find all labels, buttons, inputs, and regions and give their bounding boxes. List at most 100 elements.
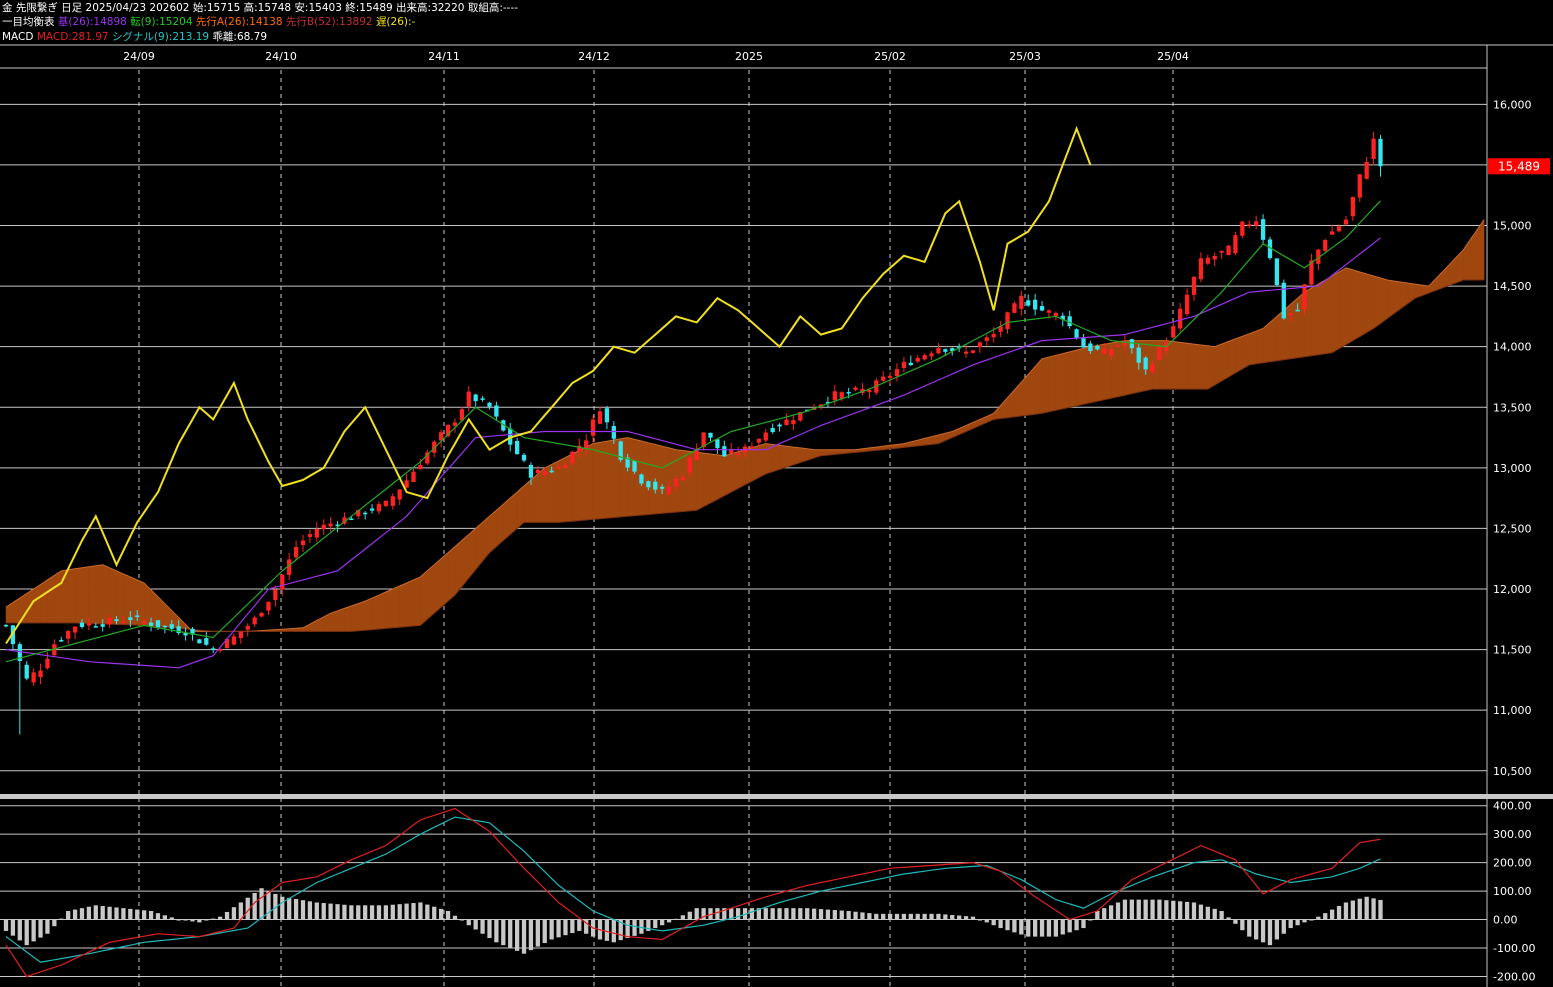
kumo-segment <box>433 558 442 614</box>
macd-histogram-bar <box>1005 919 1010 931</box>
macd-histogram-bar <box>611 919 616 943</box>
candle-body <box>1323 239 1328 251</box>
date-tick-label: 24/09 <box>123 50 155 63</box>
macd-histogram-bar <box>287 897 292 920</box>
candle-body <box>777 424 782 427</box>
macd-histogram-bar <box>148 911 154 920</box>
macd-histogram-bar <box>1122 899 1128 920</box>
candle-body <box>1198 258 1204 280</box>
macd-histogram-bar <box>1254 919 1259 940</box>
candle-body <box>411 471 416 482</box>
macd-histogram-bar <box>252 892 257 920</box>
macd-histogram-bar <box>59 918 64 920</box>
macd-histogram-bar <box>770 908 775 920</box>
kumo-segment <box>1083 346 1091 405</box>
macd-histogram-bar <box>1371 898 1376 920</box>
macd-histogram-bar <box>680 915 686 920</box>
kumo-segment <box>378 591 387 630</box>
candle-body <box>970 350 976 353</box>
candle-body <box>984 337 989 341</box>
macd-histogram-bar <box>715 908 720 920</box>
kumo-segment <box>392 585 400 629</box>
macd-histogram-bar <box>1143 899 1148 920</box>
macd-histogram-bar <box>100 906 105 920</box>
macd-histogram-bar <box>1046 919 1052 937</box>
macd-histogram-bar <box>425 904 430 920</box>
candle-body <box>673 478 679 487</box>
candle-body <box>79 622 85 627</box>
price-tick-label: 11,500 <box>1493 644 1532 657</box>
macd-histogram-bar <box>1108 905 1114 920</box>
macd-histogram-bar <box>480 919 485 934</box>
candle-body <box>231 636 237 645</box>
macd-histogram-bar <box>1012 919 1017 933</box>
kumo-segment <box>1014 381 1022 418</box>
macd-histogram-bar <box>1019 919 1024 935</box>
date-tick-label: 2025 <box>735 50 763 63</box>
kumo-segment <box>74 567 83 624</box>
candle-body <box>238 631 243 639</box>
kumo-segment <box>351 603 359 632</box>
last-price-label: 15,489 <box>1498 159 1540 173</box>
macd-histogram-bar <box>342 904 347 920</box>
candle-body <box>1102 348 1107 354</box>
kumo-segment <box>1048 355 1057 413</box>
kumo-segment <box>551 460 559 523</box>
candle-body <box>121 621 126 623</box>
candle-body <box>1260 219 1266 240</box>
macd-histogram-bar <box>72 909 78 920</box>
candle-body <box>611 426 616 439</box>
kumo-segment <box>123 573 131 626</box>
macd-histogram-bar <box>1157 899 1162 920</box>
candle-body <box>1115 345 1121 347</box>
macd-histogram-bar <box>1212 908 1217 920</box>
macd-histogram-bar <box>280 896 285 920</box>
kumo-segment <box>1090 345 1098 404</box>
kumo-segment <box>696 451 704 511</box>
macd-histogram-bar <box>356 905 361 920</box>
macd-histogram-bar <box>549 919 554 940</box>
macd-histogram-bar <box>155 913 161 920</box>
date-tick-label: 25/03 <box>1009 50 1041 63</box>
macd-histogram-bar <box>93 905 98 920</box>
chart-canvas[interactable]: 16,00015,50015,00014,50014,00013,50013,0… <box>0 0 1553 987</box>
macd-histogram-bar <box>867 913 872 920</box>
kumo-segment <box>116 570 124 625</box>
macd-histogram-bar <box>1316 916 1321 920</box>
macd-histogram-bar <box>38 919 43 938</box>
candle-body <box>273 589 278 601</box>
candle-body <box>1095 345 1100 350</box>
kumo-segment <box>1186 342 1195 390</box>
macd-histogram-bar <box>1136 899 1141 920</box>
macd-histogram-bar <box>314 902 319 920</box>
candle-body <box>66 631 71 639</box>
macd-histogram-bar <box>632 919 637 936</box>
kumo-segment <box>661 445 670 514</box>
candle-body <box>590 419 596 436</box>
candle-body <box>901 362 907 368</box>
macd-histogram-bar <box>1281 919 1286 934</box>
candle-body <box>977 342 983 348</box>
candle-body <box>383 500 389 507</box>
kumo-segment <box>1463 238 1471 281</box>
signal-line <box>5 816 1381 963</box>
candle-body <box>943 349 948 352</box>
macd-histogram-bar <box>514 919 520 951</box>
macd-histogram-bar <box>135 909 140 920</box>
kumo-segment <box>730 451 739 493</box>
candle-body <box>922 355 927 360</box>
macd-histogram-bar <box>1198 904 1204 920</box>
candle-body <box>1247 224 1252 226</box>
macd-histogram-bar <box>328 903 333 920</box>
candle-body <box>936 348 941 354</box>
candle-body <box>604 408 610 423</box>
macd-histogram-bar <box>1039 919 1045 937</box>
macd-histogram-bar <box>24 919 29 946</box>
kumo-segment <box>751 445 760 482</box>
macd-histogram-bar <box>901 913 907 920</box>
kumo-segment <box>655 444 663 515</box>
macd-histogram-bar <box>1067 919 1072 933</box>
kumo-segment <box>1359 271 1367 338</box>
candle-body <box>314 528 319 538</box>
macd-histogram-bar <box>293 899 299 920</box>
